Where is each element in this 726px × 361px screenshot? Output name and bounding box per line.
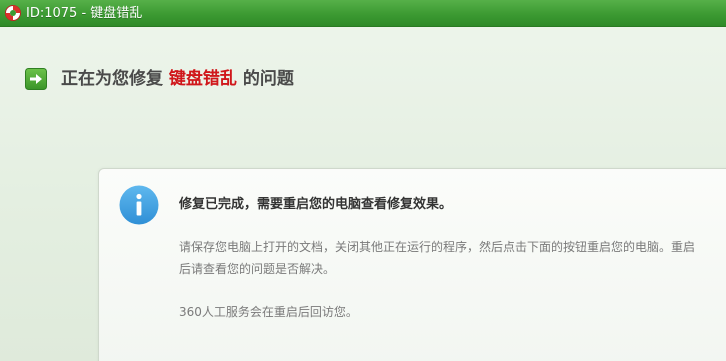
- service-note: 360人工服务会在重启后回访您。: [179, 305, 358, 319]
- restart-instructions: 请保存您电脑上打开的文档，关闭其他正在运行的程序，然后点击下面的按钮重启您的电脑…: [179, 240, 696, 276]
- headline-prefix: 正在为您修复: [61, 69, 163, 89]
- problem-name: 键盘错乱: [168, 69, 237, 89]
- green-arrow-icon: [25, 68, 47, 90]
- headline-text: 正在为您修复 键盘错乱 的问题: [61, 67, 294, 91]
- headline-suffix: 的问题: [242, 69, 294, 89]
- completion-title: 修复已完成，需要重启您的电脑查看修复效果。: [179, 197, 453, 212]
- lifebuoy-icon: [5, 5, 21, 21]
- title-bar: ID:1075 - 键盘错乱: [0, 0, 726, 27]
- result-card: 修复已完成，需要重启您的电脑查看修复效果。 请保存您电脑上打开的文档，关闭其他正…: [98, 168, 726, 361]
- window-title: ID:1075 - 键盘错乱: [26, 6, 143, 21]
- info-icon: [119, 185, 159, 225]
